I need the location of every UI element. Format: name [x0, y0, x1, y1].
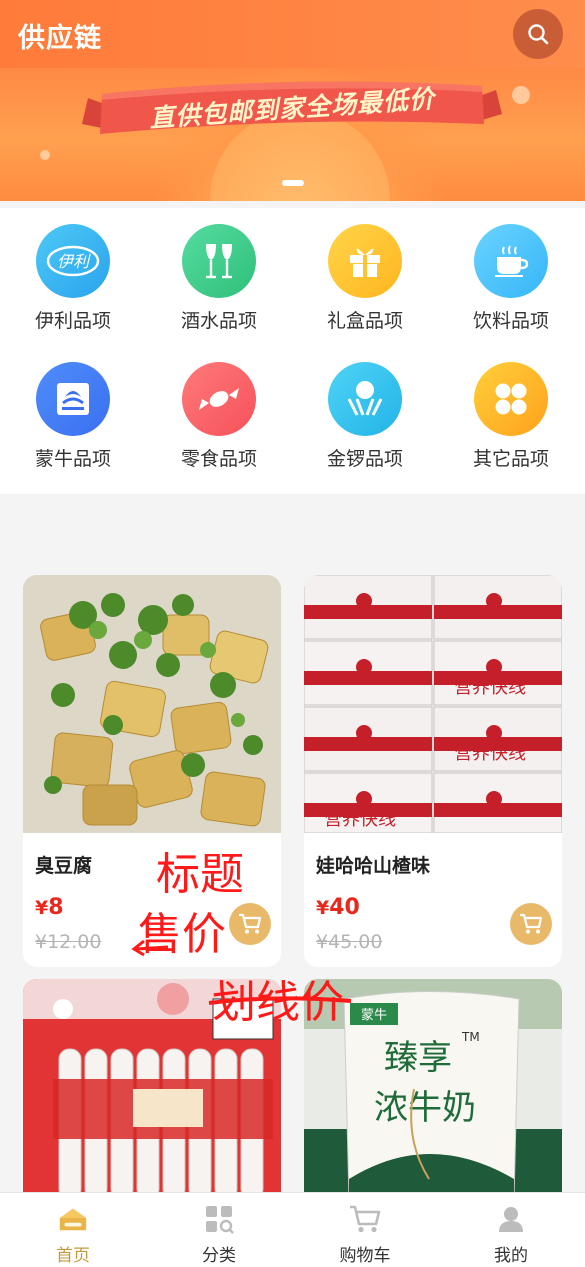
bottom-tab-bar: 首页 分类 购物车 我的: [0, 1192, 585, 1267]
wahaha-boxes-photo: 营养快线 营养快线 营养快线: [304, 575, 562, 833]
yili-logo-icon: 伊利: [36, 224, 110, 298]
cart-icon: [349, 1203, 381, 1235]
home-icon: [57, 1203, 89, 1235]
product-title: 臭豆腐: [35, 855, 93, 877]
jinluo-logo-icon: [328, 362, 402, 436]
product-price: ¥8: [35, 895, 64, 920]
ribbon-shape: [82, 81, 502, 134]
grid-four-icon: [474, 362, 548, 436]
cart-icon: [520, 913, 543, 934]
category-label: 礼盒品项: [326, 310, 403, 332]
add-to-cart-button[interactable]: [510, 903, 552, 945]
svg-text:臻享: 臻享: [384, 1038, 452, 1078]
svg-text:营养快线: 营养快线: [324, 809, 396, 830]
annotation-strike-line: [208, 996, 352, 1005]
svg-text:蒙牛: 蒙牛: [361, 1008, 387, 1023]
category-label: 蒙牛品项: [34, 448, 111, 470]
category-label: 其它品项: [472, 448, 549, 470]
tab-cart[interactable]: 购物车: [292, 1193, 438, 1267]
category-item-drinks[interactable]: 饮料品项: [438, 208, 584, 338]
product-card[interactable]: 营养快线 营养快线 营养快线 娃哈哈山楂味 ¥40 ¥45.00: [304, 575, 562, 967]
svg-text:营养快线: 营养快线: [454, 677, 526, 698]
product-market-price: ¥12.00: [35, 931, 102, 953]
svg-text:营养快线: 营养快线: [454, 743, 526, 764]
gift-box-icon: [328, 224, 402, 298]
svg-text:TM: TM: [461, 1030, 480, 1044]
category-item-snacks[interactable]: 零食品项: [146, 346, 292, 476]
product-title: 娃哈哈山楂味: [316, 855, 431, 877]
search-button[interactable]: [513, 9, 563, 59]
tab-category[interactable]: 分类: [146, 1193, 292, 1267]
category-item-jinluo[interactable]: 金锣品项: [292, 346, 438, 476]
category-label: 酒水品项: [180, 310, 257, 332]
candy-icon: [182, 362, 256, 436]
category-label: 饮料品项: [472, 310, 549, 332]
annotation-title: 标题: [156, 849, 244, 900]
category-item-gift[interactable]: 礼盒品项: [292, 208, 438, 338]
coffee-cup-icon: [474, 224, 548, 298]
category-label: 伊利品项: [34, 310, 111, 332]
user-icon: [495, 1203, 527, 1235]
category-item-others[interactable]: 其它品项: [438, 346, 584, 476]
category-label: 金锣品项: [326, 448, 403, 470]
product-market-price: ¥45.00: [316, 931, 383, 953]
cart-icon: [239, 913, 262, 934]
wine-glasses-icon: [182, 224, 256, 298]
category-item-yili[interactable]: 伊利 伊利品项: [0, 208, 146, 338]
tab-mine[interactable]: 我的: [438, 1193, 584, 1267]
stinky-tofu-photo: [23, 575, 281, 833]
svg-text:伊利: 伊利: [57, 252, 91, 271]
add-to-cart-button[interactable]: [229, 903, 271, 945]
svg-text:浓牛奶: 浓牛奶: [374, 1088, 476, 1128]
product-price: ¥40: [316, 895, 360, 920]
category-icon: [203, 1203, 235, 1235]
page-title: 供应链: [18, 23, 102, 54]
category-label: 零食品项: [180, 448, 257, 470]
category-item-wine[interactable]: 酒水品项: [146, 208, 292, 338]
category-grid: 伊利 伊利品项 酒水品项 礼盒品项 饮料品项 蒙牛品项 零食品项 金锣品项 其它…: [0, 208, 585, 494]
category-item-mengniu[interactable]: 蒙牛品项: [0, 346, 146, 476]
banner-pager-dot: [282, 180, 304, 186]
mengniu-logo-icon: [36, 362, 110, 436]
annotation-arrow-icon: [131, 939, 169, 957]
search-icon: [528, 24, 549, 45]
tab-home[interactable]: 首页: [0, 1193, 146, 1267]
